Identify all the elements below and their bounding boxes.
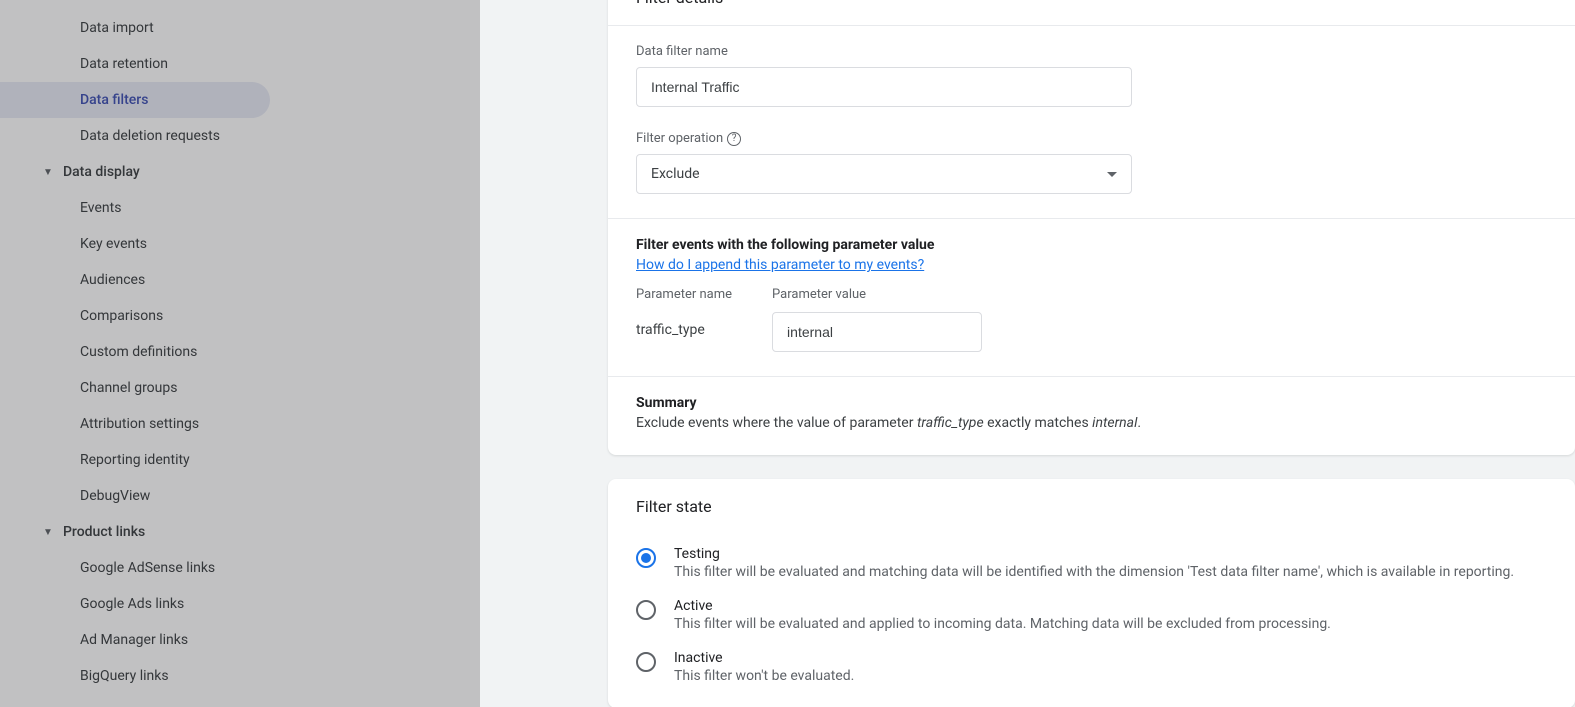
column-label: Parameter name <box>636 287 732 302</box>
radio-icon <box>636 600 656 620</box>
option-description: This filter will be evaluated and matchi… <box>674 564 1514 580</box>
summary-text: Exclude events where the value of parame… <box>636 415 1547 431</box>
sidebar-item-adsense-links[interactable]: Google AdSense links <box>0 550 270 586</box>
option-title: Inactive <box>674 650 854 666</box>
select-value: Exclude <box>651 166 700 182</box>
sidebar-item-google-ads-links[interactable]: Google Ads links <box>0 586 270 622</box>
filter-operation-select[interactable]: Exclude <box>636 154 1132 194</box>
sidebar-item-comparisons[interactable]: Comparisons <box>0 298 270 334</box>
filter-operation-field: Filter operation ? Exclude <box>636 131 1547 194</box>
parameter-name-value: traffic_type <box>636 312 732 338</box>
field-label: Data filter name <box>636 44 1547 59</box>
sidebar-item-debugview[interactable]: DebugView <box>0 478 270 514</box>
summary-section: Summary Exclude events where the value o… <box>636 395 1547 431</box>
summary-heading: Summary <box>636 395 1547 411</box>
parameter-name-column: Parameter name traffic_type <box>636 287 732 338</box>
sidebar-item-key-events[interactable]: Key events <box>0 226 270 262</box>
chevron-down-icon <box>1107 172 1117 177</box>
filter-state-option-inactive[interactable]: Inactive This filter won't be evaluated. <box>636 650 1547 684</box>
sidebar-item-data-import[interactable]: Data import <box>0 10 270 46</box>
card-title: Filter state <box>608 479 1575 534</box>
radio-icon <box>636 652 656 672</box>
sidebar-group-data-display[interactable]: ▼ Data display <box>0 154 480 190</box>
main-panel: Filter details Data filter name Filter o… <box>480 0 1575 707</box>
help-link[interactable]: How do I append this parameter to my eve… <box>636 257 924 273</box>
option-description: This filter will be evaluated and applie… <box>674 616 1331 632</box>
sidebar-item-data-filters[interactable]: Data filters <box>0 82 270 118</box>
summary-prefix: Exclude events where the value of parame… <box>636 415 917 431</box>
filter-events-section: Filter events with the following paramet… <box>636 237 1547 352</box>
section-heading: Filter events with the following paramet… <box>636 237 1547 253</box>
option-title: Active <box>674 598 1331 614</box>
filter-name-input[interactable] <box>636 67 1132 107</box>
chevron-down-icon: ▼ <box>38 167 58 178</box>
radio-icon <box>636 548 656 568</box>
sidebar-item-channel-groups[interactable]: Channel groups <box>0 370 270 406</box>
sidebar-item-custom-definitions[interactable]: Custom definitions <box>0 334 270 370</box>
sidebar-item-data-retention[interactable]: Data retention <box>0 46 270 82</box>
summary-suffix: . <box>1137 415 1141 431</box>
chevron-down-icon: ▼ <box>38 527 58 538</box>
option-title: Testing <box>674 546 1514 562</box>
sidebar-item-attribution-settings[interactable]: Attribution settings <box>0 406 270 442</box>
option-description: This filter won't be evaluated. <box>674 668 854 684</box>
divider <box>608 376 1575 377</box>
filter-state-card: Filter state Testing This filter will be… <box>608 479 1575 707</box>
column-label: Parameter value <box>772 287 982 302</box>
sidebar-group-product-links[interactable]: ▼ Product links <box>0 514 480 550</box>
sidebar-item-ad-manager-links[interactable]: Ad Manager links <box>0 622 270 658</box>
admin-sidebar: Data import Data retention Data filters … <box>0 0 480 707</box>
card-body: Data filter name Filter operation ? Excl… <box>608 25 1575 455</box>
summary-middle: exactly matches <box>984 415 1093 431</box>
parameter-value-column: Parameter value <box>772 287 982 352</box>
sidebar-group-label: Product links <box>63 524 145 540</box>
parameter-value-input[interactable] <box>772 312 982 352</box>
field-label-text: Filter operation <box>636 131 723 146</box>
sidebar-item-events[interactable]: Events <box>0 190 270 226</box>
field-label: Filter operation ? <box>636 131 1547 146</box>
card-title: Filter details <box>608 0 1575 25</box>
sidebar-group-label: Data display <box>63 164 140 180</box>
sidebar-item-bigquery-links[interactable]: BigQuery links <box>0 658 270 694</box>
sidebar-item-audiences[interactable]: Audiences <box>0 262 270 298</box>
card-body: Testing This filter will be evaluated an… <box>608 534 1575 707</box>
divider <box>608 218 1575 219</box>
filter-state-option-testing[interactable]: Testing This filter will be evaluated an… <box>636 546 1547 580</box>
sidebar-item-reporting-identity[interactable]: Reporting identity <box>0 442 270 478</box>
help-icon[interactable]: ? <box>727 132 741 146</box>
filter-details-card: Filter details Data filter name Filter o… <box>608 0 1575 455</box>
sidebar-item-data-deletion[interactable]: Data deletion requests <box>0 118 270 154</box>
filter-name-field: Data filter name <box>636 44 1547 107</box>
filter-state-option-active[interactable]: Active This filter will be evaluated and… <box>636 598 1547 632</box>
summary-value: internal <box>1092 415 1137 431</box>
summary-param: traffic_type <box>917 415 984 431</box>
